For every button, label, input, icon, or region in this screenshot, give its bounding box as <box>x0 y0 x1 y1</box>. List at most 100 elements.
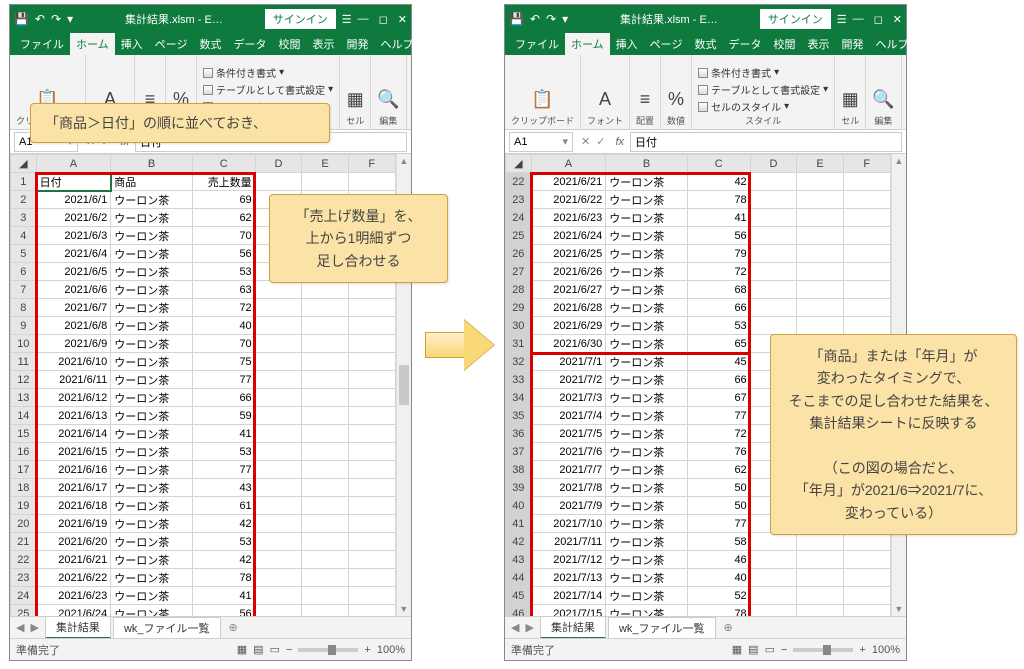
table-row[interactable]: 29 2021/6/28ウーロン茶66 <box>506 299 891 317</box>
row-header[interactable]: 22 <box>11 551 37 569</box>
sheet-tab-2[interactable]: wk_ファイル一覧 <box>608 617 716 638</box>
tab-review[interactable]: 校閲 <box>767 33 801 55</box>
new-sheet-button[interactable]: ⊕ <box>724 621 733 634</box>
scroll-up-icon[interactable]: ▲ <box>894 156 903 166</box>
formula-bar[interactable]: 日付 <box>630 132 902 152</box>
zoom-in[interactable]: + <box>364 644 370 656</box>
cell-styles[interactable]: セルのスタイル ▾ <box>698 99 789 114</box>
row-header[interactable]: 39 <box>506 479 532 497</box>
table-row[interactable]: 13 2021/6/12ウーロン茶66 <box>11 389 396 407</box>
row-header[interactable]: 13 <box>11 389 37 407</box>
table-row[interactable]: 24 2021/6/23ウーロン茶41 <box>11 587 396 605</box>
tab-data[interactable]: データ <box>722 33 767 55</box>
row-header[interactable]: 8 <box>11 299 37 317</box>
sheet-tab-1[interactable]: 集計結果 <box>45 616 111 639</box>
ribbon-display-icon[interactable]: ☰ <box>837 13 847 26</box>
row-header[interactable]: 32 <box>506 353 532 371</box>
save-icon[interactable]: 💾 <box>14 12 29 26</box>
select-all-corner[interactable]: ◢ <box>11 155 37 173</box>
table-row[interactable]: 28 2021/6/27ウーロン茶68 <box>506 281 891 299</box>
cells-icon[interactable]: ▦ <box>842 89 859 110</box>
zoom-out[interactable]: − <box>781 644 787 656</box>
view-normal-icon[interactable]: ▦ <box>732 643 742 656</box>
row-header[interactable]: 25 <box>11 605 37 617</box>
zoom-level[interactable]: 100% <box>872 644 900 656</box>
row-header[interactable]: 7 <box>11 281 37 299</box>
qat-more-icon[interactable]: ▾ <box>562 12 568 26</box>
tab-developer[interactable]: 開発 <box>340 33 374 55</box>
tab-insert[interactable]: 挿入 <box>610 33 644 55</box>
enter-icon[interactable]: ✓ <box>596 135 605 148</box>
sheet-nav-next[interactable]: ▶ <box>525 621 533 634</box>
cancel-icon[interactable]: ✕ <box>581 135 590 148</box>
tell-me[interactable]: 💡 操作アシス <box>464 0 486 55</box>
row-header[interactable]: 42 <box>506 533 532 551</box>
editing-icon[interactable]: 🔍 <box>872 89 894 110</box>
zoom-in[interactable]: + <box>859 644 865 656</box>
row-header[interactable]: 36 <box>506 425 532 443</box>
editing-icon[interactable]: 🔍 <box>377 89 399 110</box>
view-pagelayout-icon[interactable]: ▤ <box>253 643 263 656</box>
sheet-nav-prev[interactable]: ◀ <box>511 621 519 634</box>
new-sheet-button[interactable]: ⊕ <box>229 621 238 634</box>
row-header[interactable]: 1 <box>11 173 37 191</box>
row-header[interactable]: 31 <box>506 335 532 353</box>
table-row[interactable]: 1 日付 商品 売上数量 <box>11 173 396 191</box>
table-row[interactable]: 20 2021/6/19ウーロン茶42 <box>11 515 396 533</box>
table-row[interactable]: 22 2021/6/21ウーロン茶42 <box>11 551 396 569</box>
sheet-tab-2[interactable]: wk_ファイル一覧 <box>113 617 221 638</box>
undo-icon[interactable]: ↶ <box>35 12 45 26</box>
row-header[interactable]: 9 <box>11 317 37 335</box>
align-icon[interactable]: ≡ <box>640 89 651 110</box>
row-header[interactable]: 27 <box>506 263 532 281</box>
tab-formulas[interactable]: 数式 <box>688 33 722 55</box>
row-header[interactable]: 38 <box>506 461 532 479</box>
table-row[interactable]: 9 2021/6/8ウーロン茶40 <box>11 317 396 335</box>
conditional-formatting[interactable]: 条件付き書式 ▾ <box>698 65 779 80</box>
tab-camera[interactable]: カメラ <box>914 33 959 55</box>
row-header[interactable]: 30 <box>506 317 532 335</box>
tab-pagelayout[interactable]: ページ <box>149 33 194 55</box>
table-row[interactable]: 43 2021/7/12ウーロン茶46 <box>506 551 891 569</box>
row-header[interactable]: 29 <box>506 299 532 317</box>
format-as-table[interactable]: テーブルとして書式設定 ▾ <box>203 82 333 97</box>
tell-me[interactable]: 💡 操作アシス <box>959 0 981 55</box>
conditional-formatting[interactable]: 条件付き書式 ▾ <box>203 65 284 80</box>
row-header[interactable]: 33 <box>506 371 532 389</box>
maximize-button[interactable]: ◻ <box>874 13 883 26</box>
view-pagebreak-icon[interactable]: ▭ <box>765 643 775 656</box>
row-header[interactable]: 5 <box>11 245 37 263</box>
table-row[interactable]: 16 2021/6/15ウーロン茶53 <box>11 443 396 461</box>
row-header[interactable]: 14 <box>11 407 37 425</box>
undo-icon[interactable]: ↶ <box>530 12 540 26</box>
row-header[interactable]: 35 <box>506 407 532 425</box>
row-header[interactable]: 26 <box>506 245 532 263</box>
row-header[interactable]: 4 <box>11 227 37 245</box>
tab-view[interactable]: 表示 <box>306 33 340 55</box>
table-row[interactable]: 25 2021/6/24ウーロン茶56 <box>11 605 396 617</box>
row-header[interactable]: 22 <box>506 173 532 191</box>
format-as-table[interactable]: テーブルとして書式設定 ▾ <box>698 82 828 97</box>
row-header[interactable]: 43 <box>506 551 532 569</box>
row-header[interactable]: 46 <box>506 605 532 617</box>
paste-icon[interactable]: 📋 <box>531 89 553 110</box>
close-button[interactable]: ✕ <box>893 13 902 26</box>
number-icon[interactable]: % <box>668 89 684 110</box>
tab-pagelayout[interactable]: ページ <box>644 33 689 55</box>
maximize-button[interactable]: ◻ <box>379 13 388 26</box>
row-header[interactable]: 24 <box>506 209 532 227</box>
table-row[interactable]: 44 2021/7/13ウーロン茶40 <box>506 569 891 587</box>
zoom-level[interactable]: 100% <box>377 644 405 656</box>
redo-icon[interactable]: ↷ <box>51 12 61 26</box>
close-button[interactable]: ✕ <box>398 13 407 26</box>
table-row[interactable]: 11 2021/6/10ウーロン茶75 <box>11 353 396 371</box>
table-row[interactable]: 26 2021/6/25ウーロン茶79 <box>506 245 891 263</box>
row-header[interactable]: 18 <box>11 479 37 497</box>
signin-button[interactable]: サインイン <box>265 9 336 29</box>
table-row[interactable]: 15 2021/6/14ウーロン茶41 <box>11 425 396 443</box>
tab-data[interactable]: データ <box>227 33 272 55</box>
name-box[interactable]: A1 ▾ <box>509 132 573 152</box>
tab-home[interactable]: ホーム <box>565 33 610 55</box>
save-icon[interactable]: 💾 <box>509 12 524 26</box>
view-normal-icon[interactable]: ▦ <box>237 643 247 656</box>
